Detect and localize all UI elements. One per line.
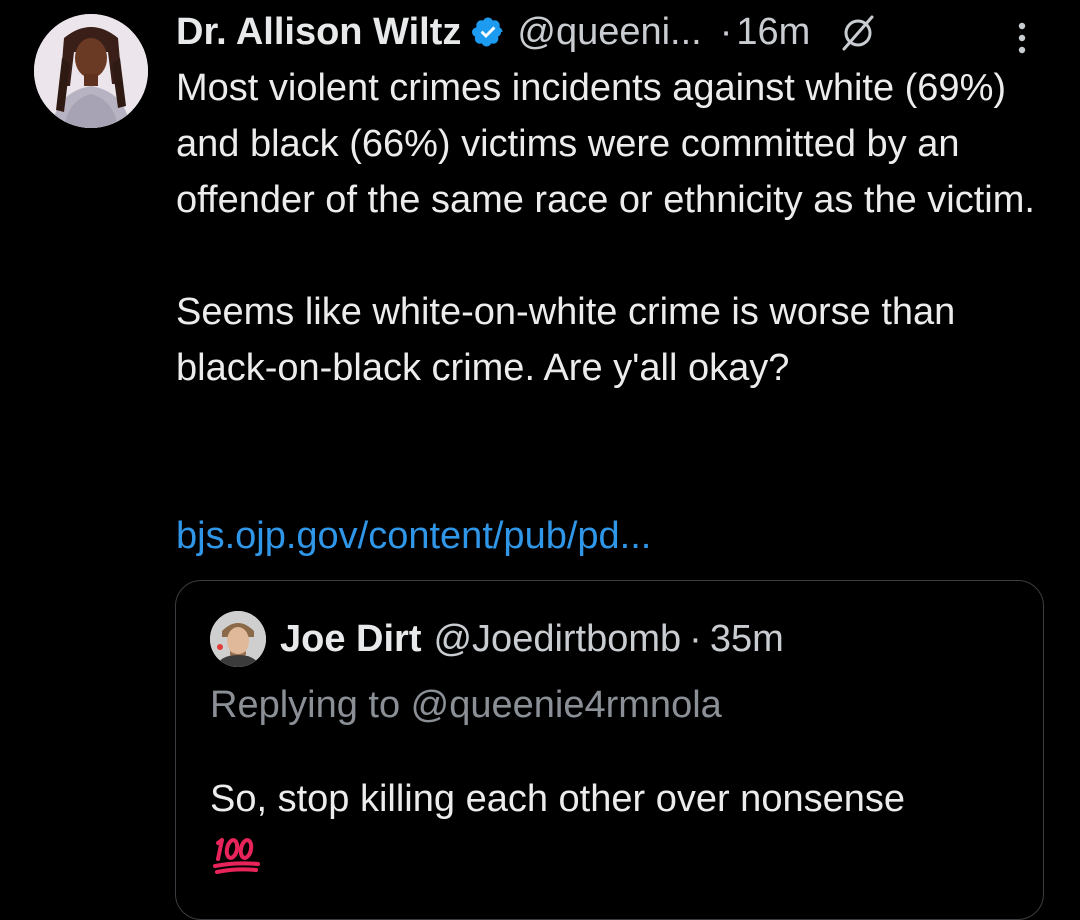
- tweet[interactable]: Dr. Allison Wiltz @queeni... · 16m Most …: [0, 0, 1080, 920]
- separator-dot: ·: [689, 617, 702, 660]
- quote-author-name[interactable]: Joe Dirt: [280, 618, 421, 661]
- quote-author-avatar[interactable]: [210, 611, 266, 667]
- quote-timestamp[interactable]: 35m: [710, 618, 784, 661]
- tweet-timestamp[interactable]: 16m: [736, 11, 810, 54]
- tweet-header: Dr. Allison Wiltz @queeni... · 16m: [176, 6, 878, 58]
- tweet-body: Most violent crimes incidents against wh…: [176, 60, 1046, 396]
- quoted-tweet-card[interactable]: Joe Dirt @Joedirtbomb · 35m Replying to …: [175, 580, 1044, 920]
- slash-circle-icon: [838, 12, 878, 52]
- quote-header: Joe Dirt @Joedirtbomb · 35m: [280, 611, 784, 667]
- tweet-paragraph: Most violent crimes incidents against wh…: [176, 67, 1035, 221]
- hundred-points-emoji-icon: [212, 833, 264, 875]
- tweet-link[interactable]: bjs.ojp.gov/content/pub/pd...: [176, 508, 651, 564]
- author-handle[interactable]: @queeni...: [517, 11, 701, 54]
- separator-dot: ·: [719, 10, 733, 53]
- profile-photo-icon: [210, 611, 266, 667]
- more-vertical-icon[interactable]: [1012, 18, 1032, 58]
- quote-body: So, stop killing each other over nonsens…: [210, 778, 905, 820]
- tweet-paragraph: Seems like white-on-white crime is worse…: [176, 291, 956, 389]
- profile-photo-icon: [34, 14, 148, 128]
- quote-author-handle[interactable]: @Joedirtbomb: [433, 618, 681, 661]
- replying-to-label[interactable]: Replying to @queenie4rmnola: [210, 677, 722, 733]
- author-avatar[interactable]: [34, 14, 148, 128]
- verified-badge-icon: [471, 15, 505, 49]
- author-name[interactable]: Dr. Allison Wiltz: [176, 11, 461, 54]
